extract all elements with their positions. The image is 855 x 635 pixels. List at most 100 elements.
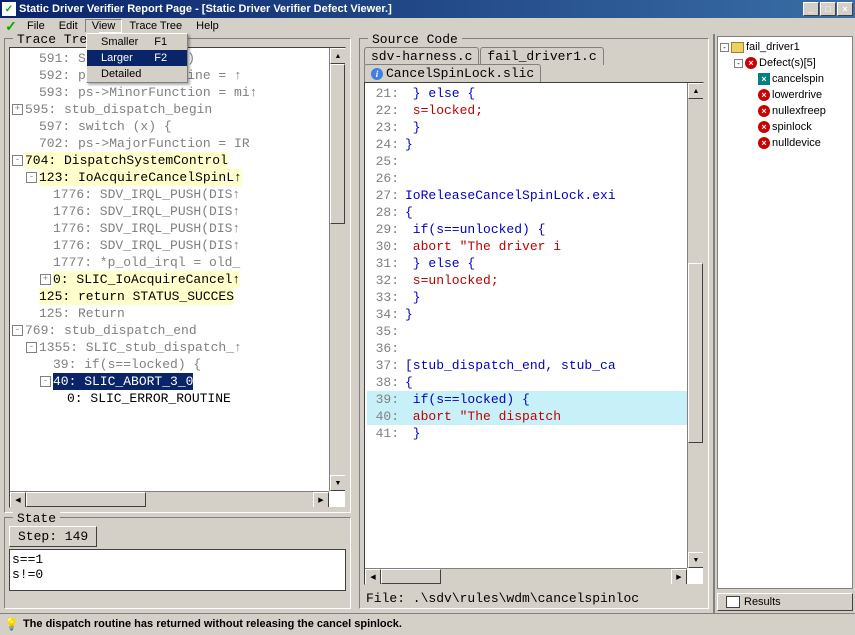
tab-cancelspinlock[interactable]: i CancelSpinLock.slic <box>364 64 541 82</box>
step-button[interactable]: Step: 149 <box>9 526 97 547</box>
line-number: 31: <box>367 255 399 272</box>
trace-line[interactable]: 597: switch (x) { <box>12 118 343 135</box>
close-button[interactable]: × <box>837 2 853 16</box>
line-number: 32: <box>367 272 399 289</box>
scroll-up-button[interactable]: ▲ <box>330 48 346 64</box>
source-line[interactable]: 37:[stub_dispatch_end, stub_ca <box>367 357 701 374</box>
expand-icon[interactable]: - <box>26 342 37 353</box>
menu-tracetree[interactable]: Trace Tree <box>122 19 189 33</box>
source-text: abort "The dispatch <box>405 409 561 424</box>
scroll-up-button[interactable]: ▲ <box>688 83 704 99</box>
source-line[interactable]: 31: } else { <box>367 255 701 272</box>
defect-item[interactable]: ×nulldevice <box>720 135 850 151</box>
menu-view-smaller[interactable]: Smaller F1 <box>87 34 187 50</box>
collapse-icon[interactable]: - <box>720 43 729 52</box>
expand-icon[interactable]: + <box>12 104 23 115</box>
trace-line[interactable]: +595: stub_dispatch_begin <box>12 101 343 118</box>
scrollbar-vertical[interactable]: ▲ ▼ <box>329 48 345 491</box>
minimize-button[interactable]: _ <box>803 2 819 16</box>
collapse-icon[interactable]: - <box>734 59 743 68</box>
tree-root[interactable]: - fail_driver1 <box>720 39 850 55</box>
scroll-thumb[interactable] <box>381 569 441 584</box>
source-line[interactable]: 25: <box>367 153 701 170</box>
source-line[interactable]: 22: s=locked; <box>367 102 701 119</box>
source-line[interactable]: 26: <box>367 170 701 187</box>
scrollbar-horizontal[interactable]: ◀ ▶ <box>365 568 687 584</box>
trace-line[interactable]: 1776: SDV_IRQL_PUSH(DIS↑ <box>12 186 343 203</box>
source-line[interactable]: 27:IoReleaseCancelSpinLock.exi <box>367 187 701 204</box>
source-line[interactable]: 30: abort "The driver i <box>367 238 701 255</box>
scroll-left-button[interactable]: ◀ <box>10 492 26 508</box>
source-line[interactable]: 34:} <box>367 306 701 323</box>
expand-icon[interactable]: - <box>40 376 51 387</box>
tab-fail-driver1[interactable]: fail_driver1.c <box>480 47 603 65</box>
menu-view-larger[interactable]: Larger F2 <box>87 50 187 66</box>
source-line[interactable]: 39: if(s==locked) { <box>367 391 701 408</box>
scrollbar-horizontal[interactable]: ◀ ▶ <box>10 491 329 507</box>
source-line[interactable]: 38:{ <box>367 374 701 391</box>
trace-line[interactable]: 1777: *p_old_irql = old_ <box>12 254 343 271</box>
scrollbar-vertical[interactable]: ▲ ▼ <box>687 83 703 568</box>
scroll-down-button[interactable]: ▼ <box>330 475 346 491</box>
defect-item[interactable]: ×lowerdrive <box>720 87 850 103</box>
trace-line[interactable]: 125: Return <box>12 305 343 322</box>
source-line[interactable]: 40: abort "The dispatch <box>367 408 701 425</box>
trace-line[interactable]: -704: DispatchSystemControl <box>12 152 343 169</box>
source-text: if(s==unlocked) { <box>405 222 545 237</box>
trace-line[interactable]: 702: ps->MajorFunction = IR <box>12 135 343 152</box>
scroll-right-button[interactable]: ▶ <box>313 492 329 508</box>
source-line[interactable]: 36: <box>367 340 701 357</box>
scroll-thumb[interactable] <box>688 263 703 443</box>
trace-line[interactable]: -40: SLIC_ABORT_3_0 <box>12 373 343 390</box>
source-line[interactable]: 35: <box>367 323 701 340</box>
source-line[interactable]: 41: } <box>367 425 701 442</box>
trace-line[interactable]: -123: IoAcquireCancelSpinL↑ <box>12 169 343 186</box>
defect-item[interactable]: ×cancelspin <box>720 71 850 87</box>
trace-line[interactable]: 125: return STATUS_SUCCES <box>12 288 343 305</box>
trace-text: 1776: SDV_IRQL_PUSH(DIS↑ <box>53 186 240 203</box>
trace-text: 0: SLIC_ERROR_ROUTINE <box>67 390 231 407</box>
scroll-thumb[interactable] <box>330 64 345 224</box>
scroll-left-button[interactable]: ◀ <box>365 569 381 585</box>
expand-icon[interactable]: - <box>12 325 23 336</box>
results-button[interactable]: Results <box>717 593 853 611</box>
menu-help[interactable]: Help <box>189 19 226 33</box>
defect-item[interactable]: ×spinlock <box>720 119 850 135</box>
trace-line[interactable]: +0: SLIC_IoAcquireCancel↑ <box>12 271 343 288</box>
source-line[interactable]: 33: } <box>367 289 701 306</box>
trace-text: 1355: SLIC_stub_dispatch_↑ <box>39 339 242 356</box>
trace-line[interactable]: 593: ps->MinorFunction = mi↑ <box>12 84 343 101</box>
expand-icon[interactable]: - <box>26 172 37 183</box>
trace-line[interactable]: 1776: SDV_IRQL_PUSH(DIS↑ <box>12 220 343 237</box>
trace-line[interactable]: 39: if(s==locked) { <box>12 356 343 373</box>
source-content[interactable]: 21: } else {22: s=locked;23: }24:}25:26:… <box>365 83 703 584</box>
dropdown-shortcut: F1 <box>154 36 167 48</box>
tree-group[interactable]: - × Defect(s)[5] <box>720 55 850 71</box>
tab-sdv-harness[interactable]: sdv-harness.c <box>364 47 479 65</box>
source-line[interactable]: 24:} <box>367 136 701 153</box>
trace-line[interactable]: 0: SLIC_ERROR_ROUTINE <box>12 390 343 407</box>
trace-tree-content[interactable]: 591: SdvMakeChoice()592: ps->CancelRouti… <box>10 48 345 507</box>
scroll-thumb[interactable] <box>26 492 146 507</box>
trace-text: 125: Return <box>39 305 125 322</box>
source-line[interactable]: 29: if(s==unlocked) { <box>367 221 701 238</box>
scroll-right-button[interactable]: ▶ <box>671 569 687 585</box>
expand-icon[interactable]: - <box>12 155 23 166</box>
source-line[interactable]: 32: s=unlocked; <box>367 272 701 289</box>
maximize-button[interactable]: □ <box>820 2 836 16</box>
defect-item[interactable]: ×nullexfreep <box>720 103 850 119</box>
menu-view[interactable]: View <box>85 19 123 33</box>
trace-line[interactable]: 1776: SDV_IRQL_PUSH(DIS↑ <box>12 237 343 254</box>
trace-line[interactable]: -769: stub_dispatch_end <box>12 322 343 339</box>
trace-line[interactable]: -1355: SLIC_stub_dispatch_↑ <box>12 339 343 356</box>
source-line[interactable]: 21: } else { <box>367 85 701 102</box>
source-line[interactable]: 28:{ <box>367 204 701 221</box>
scroll-down-button[interactable]: ▼ <box>688 552 704 568</box>
source-line[interactable]: 23: } <box>367 119 701 136</box>
menu-edit[interactable]: Edit <box>52 19 85 33</box>
defect-tree[interactable]: - fail_driver1 - × Defect(s)[5] ×cancels… <box>717 36 853 589</box>
trace-line[interactable]: 1776: SDV_IRQL_PUSH(DIS↑ <box>12 203 343 220</box>
menu-view-detailed[interactable]: Detailed <box>87 66 187 82</box>
menu-file[interactable]: File <box>20 19 52 33</box>
expand-icon[interactable]: + <box>40 274 51 285</box>
